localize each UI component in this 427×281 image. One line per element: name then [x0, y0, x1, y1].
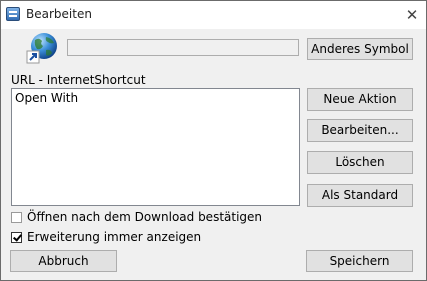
app-window-icon — [6, 7, 20, 21]
new-action-button[interactable]: Neue Aktion — [307, 88, 413, 111]
delete-button[interactable]: Löschen — [307, 151, 413, 174]
always-show-extension-option: Erweiterung immer anzeigen — [11, 229, 201, 245]
cancel-button[interactable]: Abbruch — [10, 250, 117, 272]
edit-action-button[interactable]: Bearbeiten... — [307, 119, 413, 142]
always-show-extension-checkbox[interactable] — [11, 231, 22, 243]
internet-globe-shortcut-icon — [26, 32, 59, 65]
set-default-button[interactable]: Als Standard — [307, 184, 413, 207]
edit-dialog: Bearbeiten ✕ Anderes Symbol URL - Intern… — [0, 0, 427, 281]
always-show-extension-label: Erweiterung immer anzeigen — [27, 230, 202, 244]
open-after-download-option: Öffnen nach dem Download bestätigen — [11, 209, 262, 225]
symbol-path-field[interactable] — [67, 39, 299, 56]
close-icon[interactable]: ✕ — [398, 2, 426, 28]
change-symbol-button[interactable]: Anderes Symbol — [307, 38, 413, 60]
open-after-download-checkbox[interactable] — [11, 211, 22, 223]
list-item[interactable]: Open With — [15, 91, 78, 105]
title-bar: Bearbeiten ✕ — [1, 1, 426, 29]
open-after-download-label: Öffnen nach dem Download bestätigen — [27, 210, 263, 224]
save-button[interactable]: Speichern — [306, 250, 413, 272]
actions-list[interactable]: Open With — [11, 88, 300, 206]
url-type-label: URL - InternetShortcut — [11, 73, 146, 87]
window-title: Bearbeiten — [26, 7, 92, 21]
